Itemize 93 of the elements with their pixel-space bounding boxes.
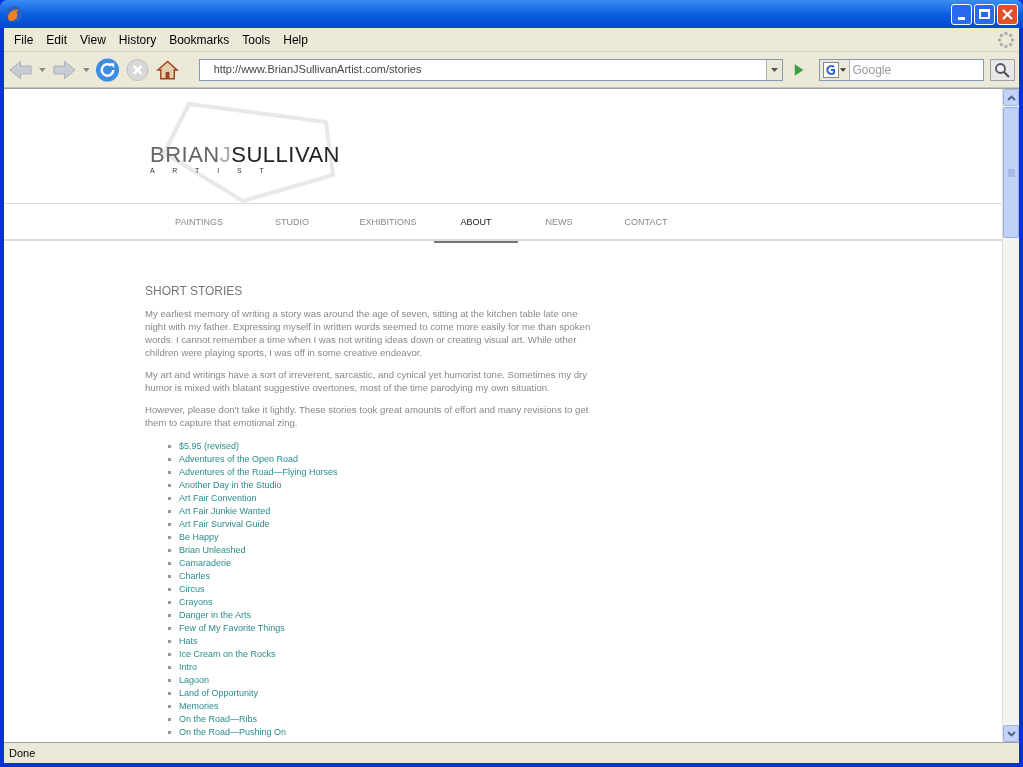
- bullet-icon: [168, 679, 171, 682]
- maximize-button[interactable]: [974, 3, 995, 25]
- menu-item[interactable]: Tools: [236, 28, 277, 51]
- story-link[interactable]: Lagoon: [179, 674, 210, 687]
- story-link[interactable]: Brian Unleashed: [179, 544, 246, 557]
- dropdown-caret-icon[interactable]: [771, 67, 779, 72]
- minimize-button[interactable]: [951, 3, 972, 25]
- story-link[interactable]: Charles: [179, 570, 210, 583]
- story-link[interactable]: Crayons: [179, 596, 213, 609]
- story-link[interactable]: Circus: [179, 583, 205, 596]
- menu-item[interactable]: Bookmarks: [163, 28, 236, 51]
- scroll-down-button[interactable]: [1003, 725, 1019, 742]
- bullet-icon: [168, 601, 171, 604]
- down-caret-icon: [1006, 730, 1016, 737]
- home-icon[interactable]: [155, 57, 179, 82]
- story-link[interactable]: Adventures of the Open Road: [179, 453, 299, 466]
- page-heading: SHORT STORIES: [145, 285, 244, 298]
- dropdown-caret-icon[interactable]: [839, 67, 846, 72]
- story-link[interactable]: Art Fair Junkie Wanted: [179, 505, 271, 518]
- story-link[interactable]: Few of My Favorite Things: [179, 622, 285, 635]
- bullet-icon: [168, 731, 171, 734]
- story-link[interactable]: Another Day in the Studio: [179, 479, 282, 492]
- nav-tab[interactable]: ABOUT: [434, 204, 518, 243]
- story-link[interactable]: $5.95 (revised): [179, 440, 240, 453]
- logo-last-name: SULLIVAN: [231, 144, 340, 166]
- logo-initial: J: [219, 144, 232, 166]
- search-button[interactable]: [989, 58, 1016, 81]
- nav-tab[interactable]: STUDIO: [242, 204, 342, 243]
- story-link[interactable]: Camaraderie: [179, 557, 232, 570]
- throbber-icon: [997, 30, 1015, 49]
- paragraph: My earliest memory of writing a story was around the age of seven, sitting at the kitchen table late one night with my father. Expressing myself in written words seemed to come more easily for me than spoken words. I cannot remember a time when I was not writing ideas down or creating visual art. While other children were playing sports, I was off in some creative endeavor.: [145, 307, 592, 359]
- bullet-icon: [168, 471, 171, 474]
- menu-item[interactable]: Help: [277, 28, 314, 51]
- nav-tab[interactable]: CONTACT: [600, 204, 692, 243]
- bullet-icon: [168, 523, 171, 526]
- nav-tab[interactable]: NEWS: [518, 204, 600, 243]
- bullet-icon: [168, 640, 171, 643]
- minimize-icon: [958, 16, 965, 20]
- story-link[interactable]: Land of Opportunity: [179, 687, 259, 700]
- search-input[interactable]: Google: [849, 60, 980, 79]
- story-link[interactable]: Ice Cream on the Rocks: [179, 648, 276, 661]
- bullet-icon: [168, 445, 171, 448]
- story-link[interactable]: Danger in the Arts: [179, 609, 252, 622]
- menu-item[interactable]: View: [74, 28, 112, 51]
- url-text: http://www.BrianJSullivanArtist.com/stories: [212, 62, 423, 78]
- bullet-icon: [168, 588, 171, 591]
- nav-tab[interactable]: PAINTINGS: [156, 204, 242, 243]
- bullet-icon: [168, 458, 171, 461]
- bullet-icon: [168, 536, 171, 539]
- close-button[interactable]: [997, 3, 1018, 25]
- bullet-icon: [168, 718, 171, 721]
- bullet-icon: [168, 549, 171, 552]
- story-link[interactable]: Hats: [179, 635, 198, 648]
- bullet-icon: [168, 627, 171, 630]
- scrollbar-thumb[interactable]: [1003, 107, 1019, 238]
- fox-globe-icon: [5, 5, 23, 23]
- address-bar[interactable]: http://www.BrianJSullivanArtist.com/stories: [198, 58, 784, 81]
- story-link[interactable]: On the Road—Ribs: [179, 713, 258, 726]
- bullet-icon: [168, 484, 171, 487]
- bullet-icon: [168, 705, 171, 708]
- story-link[interactable]: Memories: [179, 700, 219, 713]
- bullet-icon: [168, 562, 171, 565]
- logo-first-name: BRIAN: [150, 144, 220, 166]
- bullet-icon: [168, 510, 171, 513]
- nav-tab[interactable]: EXHIBITIONS: [342, 204, 434, 243]
- story-link[interactable]: Be Happy: [179, 531, 219, 544]
- story-link[interactable]: On the Road—Pushing On: [179, 726, 287, 739]
- scroll-up-button[interactable]: [1003, 89, 1019, 106]
- search-icon: [994, 61, 1011, 78]
- bullet-icon: [168, 653, 171, 656]
- menu-item[interactable]: History: [112, 28, 163, 51]
- story-link[interactable]: Intro: [179, 661, 197, 674]
- bullet-icon: [168, 666, 171, 669]
- maximize-icon: [979, 9, 990, 19]
- bullet-icon: [168, 497, 171, 500]
- bullet-icon: [168, 575, 171, 578]
- bullet-icon: [168, 692, 171, 695]
- bullet-icon: [168, 614, 171, 617]
- grip-icon: [1007, 168, 1015, 177]
- paragraph: However, please don't take it lightly. These stories took great amounts of effort and many revisions to get them to capture that emotional zing.: [145, 403, 590, 429]
- vertical-scrollbar[interactable]: [1002, 89, 1019, 742]
- menu-item[interactable]: File: [8, 28, 40, 51]
- story-link[interactable]: Art Fair Survival Guide: [179, 518, 270, 531]
- story-link[interactable]: Adventures of the Road—Flying Horses: [179, 466, 338, 479]
- search-field[interactable]: Google: [818, 58, 984, 81]
- reload-icon[interactable]: [95, 56, 121, 83]
- close-icon: [1002, 8, 1013, 20]
- status-text: Done: [9, 745, 36, 761]
- google-g-icon[interactable]: [822, 61, 839, 78]
- story-link[interactable]: Art Fair Convention: [179, 492, 257, 505]
- up-caret-icon: [1006, 94, 1016, 101]
- paragraph: My art and writings have a sort of irreverent, sarcastic, and cynical yet humorist tone. Sometimes my dry humor is mixed with blatant suggestive overtones, most of the time parodying my own situation.: [145, 368, 588, 394]
- menu-item[interactable]: Edit: [40, 28, 74, 51]
